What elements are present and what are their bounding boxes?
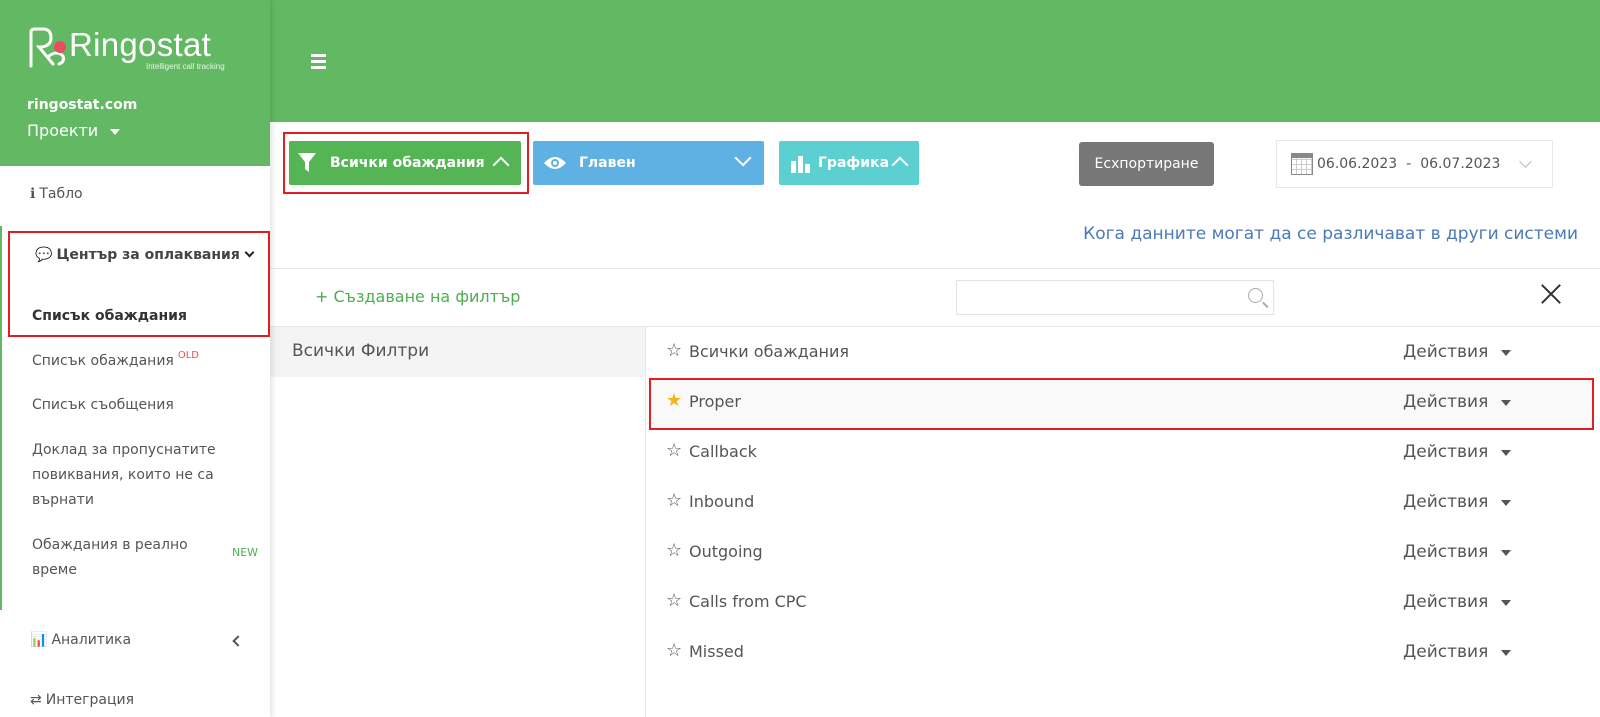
filter-name: Outgoing	[689, 542, 763, 561]
caret-down-icon[interactable]	[1501, 500, 1511, 506]
data-discrepancy-link[interactable]: Кога данните могат да се различават в др…	[1083, 224, 1578, 244]
date-to: 06.07.2023	[1420, 156, 1501, 172]
caret-down-icon[interactable]	[1501, 350, 1511, 356]
filter-row[interactable]: ☆ Outgoing Действия	[647, 527, 1592, 577]
new-badge: NEW	[232, 546, 259, 559]
search-icon[interactable]	[1248, 288, 1263, 303]
star-outline-icon[interactable]: ☆	[666, 340, 682, 361]
projects-label: Проекти	[27, 121, 99, 140]
date-range-picker[interactable]: 06.06.2023 - 06.07.2023	[1276, 140, 1553, 188]
sidebar-item-label: Аналитика	[51, 632, 132, 648]
chevron-up-icon	[891, 156, 909, 174]
logo-text: Ringostat	[69, 26, 212, 63]
actions-dropdown[interactable]: Действия	[1403, 542, 1488, 562]
sidebar-subitem-label: Списък обаждания	[32, 353, 174, 369]
ringostat-logo-icon	[29, 27, 66, 68]
eye-icon	[544, 157, 566, 169]
all-calls-label: Всички обаждания	[330, 155, 485, 171]
sidebar-subitem-call-list-old[interactable]: Списък обаждания OLD	[32, 349, 199, 375]
logo-tagline: Intelligent call tracking	[146, 62, 225, 71]
chevron-down-icon	[244, 247, 255, 258]
calendar-icon	[1291, 153, 1313, 175]
old-badge: OLD	[177, 350, 200, 361]
comment-icon: 💬	[35, 247, 53, 263]
actions-dropdown[interactable]: Действия	[1403, 592, 1488, 612]
sidebar-item-label: Център за оплаквания	[56, 247, 240, 263]
chevron-left-icon	[232, 635, 244, 647]
caret-down-icon[interactable]	[1501, 650, 1511, 656]
caret-down-icon[interactable]	[1501, 450, 1511, 456]
main-view-button[interactable]: Главен	[533, 141, 764, 185]
sidebar-item-dashboard[interactable]: ℹ Табло	[30, 186, 83, 202]
sidebar-subitem-missed-report[interactable]: Доклад за пропуснатите повиквания, които…	[32, 438, 232, 513]
star-outline-icon[interactable]: ☆	[666, 590, 682, 611]
sidebar-item-integration[interactable]: ⇄ Интеграция	[30, 692, 134, 708]
info-icon: ℹ	[30, 186, 36, 202]
export-button[interactable]: Есхпортиране	[1079, 142, 1214, 186]
top-bar	[270, 0, 1600, 122]
date-from: 06.06.2023	[1317, 156, 1398, 172]
bar-chart-icon: 📊	[30, 632, 48, 648]
sidebar-header: Ringostat Intelligent call tracking ring…	[0, 0, 270, 166]
filter-name: Callback	[689, 442, 757, 461]
caret-down-icon[interactable]	[1501, 600, 1511, 606]
filter-name: Calls from CPC	[689, 592, 807, 611]
sidebar: Ringostat Intelligent call tracking ring…	[0, 0, 270, 717]
highlight-box	[649, 378, 1594, 430]
all-filters-category[interactable]: Всички Филтри	[270, 327, 645, 377]
filter-icon	[298, 153, 316, 172]
sidebar-item-call-center[interactable]: 💬 Център за оплаквания	[35, 247, 255, 263]
star-outline-icon[interactable]: ☆	[666, 440, 682, 461]
caret-down-icon[interactable]	[1501, 550, 1511, 556]
close-icon[interactable]	[1540, 283, 1562, 305]
site-name: ringostat.com	[27, 97, 138, 113]
filter-row[interactable]: ☆ Calls from CPC Действия	[647, 577, 1592, 627]
filter-row[interactable]: ☆ Inbound Действия	[647, 477, 1592, 527]
create-filter-link[interactable]: + Създаване на филтър	[315, 287, 520, 306]
star-outline-icon[interactable]: ☆	[666, 640, 682, 661]
filter-row[interactable]: ☆ Missed Действия	[647, 627, 1592, 677]
main-view-label: Главен	[579, 155, 636, 171]
projects-dropdown[interactable]: Проекти	[27, 121, 270, 140]
star-outline-icon[interactable]: ☆	[666, 540, 682, 561]
date-separator: -	[1406, 156, 1412, 172]
filter-search-box	[956, 280, 1274, 315]
chevron-up-icon	[492, 156, 510, 174]
actions-dropdown[interactable]: Действия	[1403, 642, 1488, 662]
exchange-icon: ⇄	[30, 692, 42, 708]
actions-dropdown[interactable]: Действия	[1403, 442, 1488, 462]
filter-name: Inbound	[689, 492, 755, 511]
graphs-label: Графика	[818, 155, 890, 171]
filter-row[interactable]: ☆ Всички обаждания Действия	[647, 327, 1592, 377]
filter-row[interactable]: ☆ Callback Действия	[647, 427, 1592, 477]
filter-name: Missed	[689, 642, 744, 661]
actions-dropdown[interactable]: Действия	[1403, 342, 1488, 362]
sidebar-item-label: Табло	[39, 186, 83, 202]
star-outline-icon[interactable]: ☆	[666, 490, 682, 511]
sidebar-subitem-call-list[interactable]: Списък обаждания	[32, 304, 187, 329]
all-calls-filter-button[interactable]: Всички обаждания	[289, 141, 521, 185]
sidebar-subitem-messages[interactable]: Списък съобщения	[32, 393, 174, 418]
sidebar-item-analytics[interactable]: 📊 Аналитика	[30, 632, 131, 648]
filter-categories-pane: Всички Филтри	[270, 327, 646, 717]
filter-search-input[interactable]	[957, 281, 1237, 314]
bar-chart-icon	[791, 156, 810, 173]
caret-down-icon	[110, 128, 121, 135]
sidebar-item-label: Интеграция	[45, 692, 134, 708]
chevron-down-icon	[1519, 155, 1532, 168]
filter-name: Всички обаждания	[689, 342, 849, 361]
graphs-button[interactable]: Графика	[779, 141, 919, 185]
chevron-down-icon	[734, 149, 752, 167]
sidebar-subitem-realtime[interactable]: Обаждания в реално време	[32, 533, 202, 583]
hamburger-menu-icon[interactable]	[311, 54, 326, 72]
actions-dropdown[interactable]: Действия	[1403, 492, 1488, 512]
divider	[270, 268, 1600, 269]
